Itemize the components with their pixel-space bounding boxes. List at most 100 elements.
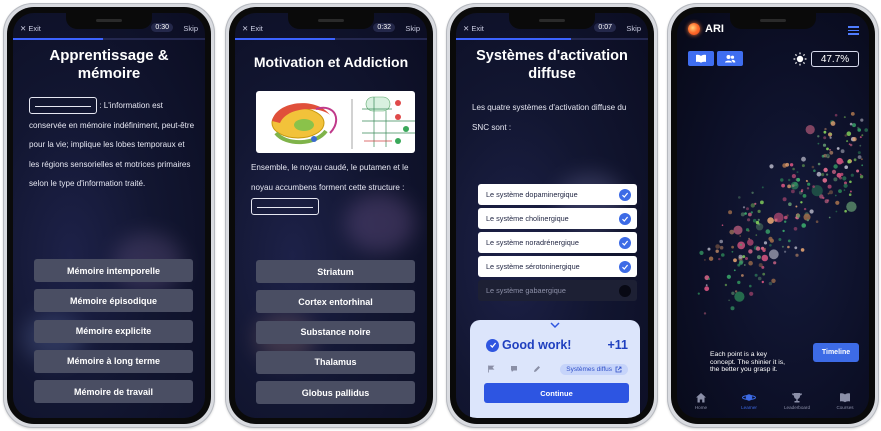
answer-option[interactable]: Mémoire intemporelle — [34, 259, 193, 282]
concept-point[interactable] — [738, 196, 741, 199]
checked-answer[interactable]: Le système noradrénergique — [478, 232, 637, 253]
concept-point[interactable] — [811, 165, 815, 169]
concept-point[interactable] — [731, 291, 735, 295]
concept-point[interactable] — [846, 201, 857, 212]
concept-point[interactable] — [741, 274, 744, 277]
exit-button[interactable]: ✕ Exit — [20, 24, 41, 33]
concept-point[interactable] — [769, 238, 774, 243]
concept-point[interactable] — [769, 164, 774, 169]
concept-point[interactable] — [849, 190, 852, 193]
concept-point[interactable] — [705, 284, 708, 286]
concept-point[interactable] — [796, 177, 801, 182]
answer-option[interactable]: Substance noire — [256, 320, 415, 344]
concept-point[interactable] — [785, 162, 790, 167]
concept-point[interactable] — [844, 209, 847, 213]
concept-point[interactable] — [834, 194, 837, 197]
concept-point[interactable] — [790, 181, 799, 190]
concept-point[interactable] — [750, 203, 755, 208]
skip-button[interactable]: Skip — [405, 24, 420, 33]
concept-point[interactable] — [733, 225, 743, 235]
concept-point[interactable] — [817, 162, 821, 166]
concept-point[interactable] — [861, 134, 864, 137]
concept-point[interactable] — [750, 211, 753, 214]
tab-leaderboard[interactable]: Leaderboard — [777, 392, 817, 410]
concept-point[interactable] — [840, 149, 845, 154]
answer-option[interactable]: Globus pallidus — [256, 381, 415, 405]
concept-point[interactable] — [796, 171, 799, 174]
concept-point[interactable] — [807, 182, 811, 186]
concept-point[interactable] — [850, 112, 855, 116]
topic-chip[interactable]: Systèmes diffus — [560, 364, 628, 375]
concept-point[interactable] — [812, 185, 815, 188]
concept-point[interactable] — [763, 241, 768, 245]
concept-point[interactable] — [833, 177, 838, 182]
concept-point[interactable] — [791, 174, 796, 179]
concept-point[interactable] — [822, 178, 828, 183]
checked-answer[interactable]: Le système cholinergique — [478, 208, 637, 229]
concept-point[interactable] — [726, 274, 731, 279]
concept-point[interactable] — [835, 210, 838, 213]
concept-point[interactable] — [830, 121, 836, 126]
concept-point[interactable] — [769, 244, 772, 247]
concept-point-cloud[interactable] — [677, 73, 869, 353]
checked-answer[interactable]: Le système dopaminergique — [478, 184, 637, 205]
concept-point[interactable] — [740, 212, 745, 217]
concept-point[interactable] — [822, 143, 827, 147]
concept-point[interactable] — [731, 245, 734, 249]
concept-point[interactable] — [793, 227, 798, 231]
continue-button[interactable]: Continue — [484, 383, 629, 403]
concept-point[interactable] — [795, 205, 798, 208]
concept-point[interactable] — [738, 254, 743, 259]
chevron-down-icon[interactable] — [549, 321, 561, 329]
concept-point[interactable] — [740, 243, 742, 246]
concept-point[interactable] — [767, 217, 774, 224]
pencil-icon[interactable] — [533, 365, 541, 373]
concept-point[interactable] — [833, 164, 838, 169]
concept-point[interactable] — [771, 278, 776, 283]
tab-courses[interactable]: Courses — [825, 392, 865, 410]
skip-button[interactable]: Skip — [626, 24, 641, 33]
concept-point[interactable] — [784, 250, 787, 253]
concept-point[interactable] — [730, 306, 735, 311]
concept-point[interactable] — [861, 158, 863, 161]
concept-point[interactable] — [757, 209, 761, 213]
concept-point[interactable] — [852, 123, 856, 128]
concept-point[interactable] — [824, 127, 827, 131]
concept-point[interactable] — [857, 128, 861, 132]
concept-point[interactable] — [844, 165, 848, 169]
concept-point[interactable] — [787, 245, 790, 249]
concept-point[interactable] — [746, 207, 749, 211]
concept-point[interactable] — [809, 209, 814, 214]
concept-point[interactable] — [826, 147, 829, 151]
concept-point[interactable] — [763, 247, 766, 250]
concept-point[interactable] — [745, 228, 750, 232]
concept-point[interactable] — [859, 173, 862, 176]
concept-point[interactable] — [757, 276, 762, 281]
concept-point[interactable] — [718, 257, 721, 261]
concept-point[interactable] — [788, 178, 791, 182]
concept-point[interactable] — [829, 132, 832, 136]
concept-point[interactable] — [849, 122, 853, 126]
concept-point[interactable] — [733, 269, 736, 272]
concept-point[interactable] — [848, 143, 851, 146]
concept-point[interactable] — [780, 178, 784, 182]
concept-point[interactable] — [803, 207, 807, 211]
concept-point[interactable] — [838, 189, 842, 193]
concept-point[interactable] — [784, 220, 787, 223]
comment-icon[interactable] — [510, 365, 518, 373]
concept-point[interactable] — [856, 169, 860, 173]
concept-point[interactable] — [765, 229, 771, 234]
concept-point[interactable] — [781, 183, 785, 188]
concept-point[interactable] — [846, 140, 849, 143]
concept-point[interactable] — [728, 299, 730, 302]
exit-button[interactable]: ✕ Exit — [463, 24, 484, 33]
concept-point[interactable] — [850, 173, 854, 177]
concept-point[interactable] — [822, 196, 825, 200]
concept-point[interactable] — [859, 175, 864, 179]
concept-point[interactable] — [834, 113, 838, 117]
concept-point[interactable] — [761, 186, 764, 189]
concept-point[interactable] — [757, 218, 760, 221]
concept-point[interactable] — [816, 171, 822, 177]
brightness-icon[interactable] — [793, 52, 807, 66]
answer-option[interactable]: Thalamus — [256, 350, 415, 374]
